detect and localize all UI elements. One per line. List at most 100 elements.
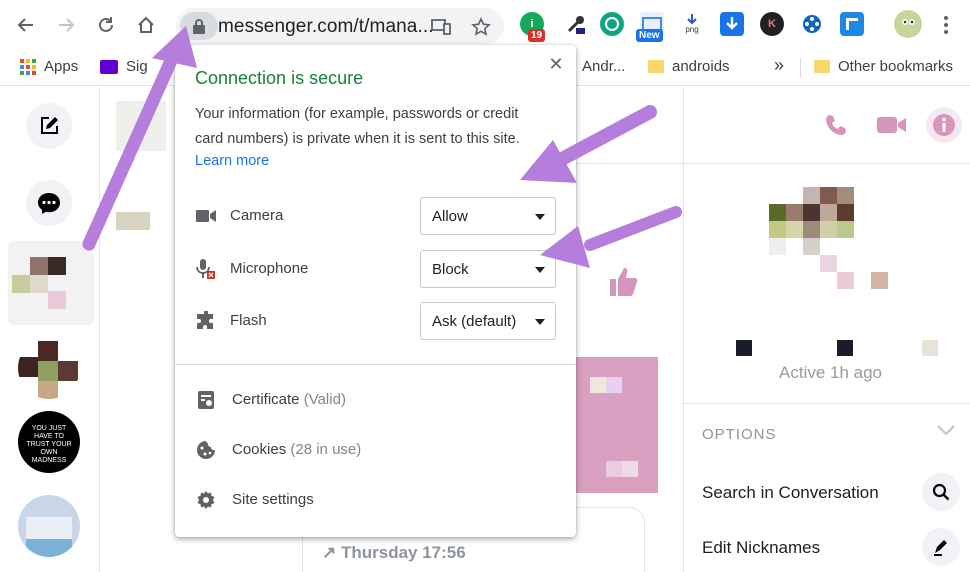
new-message-button[interactable] — [26, 103, 72, 149]
pencil-icon — [934, 540, 947, 556]
microphone-permission-value: Block — [432, 261, 469, 278]
browser-menu-button[interactable] — [932, 11, 960, 39]
microphone-permission-select[interactable]: Block — [420, 250, 556, 288]
camera-permission-select[interactable]: Allow — [420, 197, 556, 235]
learn-more-link[interactable]: Learn more — [195, 153, 269, 169]
profile-avatar[interactable] — [894, 10, 922, 38]
bookmark-star-button[interactable] — [470, 16, 492, 38]
edit-nicknames-button[interactable] — [922, 528, 960, 566]
blurred-pixel — [606, 461, 622, 477]
chevron-down-icon — [937, 425, 955, 436]
avatar-pixel — [786, 204, 803, 221]
building-base — [26, 539, 72, 557]
conversation-details-panel: Active 1h ago OPTIONS Search in Conversa… — [683, 87, 970, 572]
conversation-avatar[interactable] — [18, 337, 80, 399]
address-bar[interactable]: messenger.com/t/mana... — [176, 8, 504, 44]
options-header: OPTIONS — [702, 426, 777, 443]
selected-conversation[interactable] — [8, 241, 94, 325]
back-arrow-icon — [17, 18, 33, 32]
back-button[interactable] — [12, 11, 40, 39]
avatar-pixel — [837, 204, 854, 221]
avatar-caption: YOU JUST HAVE TO TRUST YOUR OWN MADNESS — [26, 425, 72, 464]
conversation-avatar-building[interactable] — [18, 495, 80, 557]
bookmark-andr-label: Andr... — [582, 58, 626, 75]
home-icon — [138, 16, 154, 33]
home-button[interactable] — [132, 11, 160, 39]
site-settings-label: Site settings — [232, 491, 314, 508]
folder-icon — [648, 60, 664, 73]
bookmarks-overflow-button[interactable]: » — [774, 55, 784, 76]
site-settings-row[interactable]: Site settings — [195, 486, 557, 514]
edit-nicknames-option[interactable]: Edit Nicknames — [702, 538, 820, 558]
connection-status-title: Connection is secure — [195, 68, 364, 88]
blurred-thumbnail — [116, 212, 150, 230]
browser-toolbar: messenger.com/t/mana... i 19 New png K — [0, 0, 970, 50]
avatar-pixel — [38, 341, 58, 361]
site-info-button[interactable] — [180, 12, 218, 40]
blurred-name-pixel — [736, 340, 752, 356]
overflow-chevron-icon: » — [774, 55, 785, 75]
plugin-puzzle-icon — [195, 310, 217, 332]
window-extension-icon[interactable] — [840, 12, 864, 36]
search-conversation-button[interactable] — [922, 473, 960, 511]
search-conversation-option[interactable]: Search in Conversation — [702, 483, 879, 503]
avatar-pixel — [803, 187, 820, 204]
cast-button[interactable] — [430, 16, 452, 38]
no-entry-icon — [605, 17, 619, 31]
cookies-label: Cookies (28 in use) — [232, 441, 361, 458]
blurred-name-pixel — [922, 340, 938, 356]
blurred-pixel — [606, 377, 622, 393]
options-collapse-button[interactable] — [936, 423, 956, 441]
png-extension-icon[interactable]: png — [680, 12, 704, 36]
avatar-pixel — [769, 204, 786, 221]
blurred-pixel — [590, 377, 606, 393]
connection-description: Your information (for example, passwords… — [195, 106, 520, 147]
close-popup-button[interactable]: ✕ — [545, 53, 567, 75]
bookmark-apps[interactable]: Apps — [20, 58, 78, 75]
certificate-icon — [195, 389, 217, 411]
flash-permission-select[interactable]: Ask (default) — [420, 302, 556, 340]
dropdown-caret-icon — [535, 267, 545, 273]
blocker-extension-icon[interactable] — [600, 12, 624, 36]
cookies-text: Cookies — [232, 441, 287, 458]
building-shape — [26, 517, 72, 541]
cookie-icon — [195, 439, 217, 461]
bookmark-androids-label: androids — [672, 58, 730, 75]
certificate-label: Certificate (Valid) — [232, 391, 346, 408]
cookies-row[interactable]: Cookies (28 in use) — [195, 436, 557, 464]
certificate-row[interactable]: Certificate (Valid) — [195, 386, 557, 414]
lock-icon — [193, 19, 205, 34]
chats-button[interactable] — [26, 180, 72, 226]
url-text[interactable]: messenger.com/t/mana... — [218, 16, 434, 38]
bookmark-androids[interactable]: androids — [648, 58, 730, 75]
reload-icon — [99, 17, 113, 32]
star-icon — [471, 17, 491, 36]
blurred-pixel — [622, 461, 638, 477]
certificate-status: (Valid) — [303, 391, 346, 408]
panel-divider — [684, 403, 970, 404]
conversation-avatar-madness[interactable]: YOU JUST HAVE TO TRUST YOUR OWN MADNESS — [18, 411, 80, 473]
apps-grid-icon — [20, 58, 36, 75]
bookmark-other[interactable]: Other bookmarks — [814, 58, 953, 75]
bookmark-sig-label: Sig — [126, 58, 148, 75]
like-button[interactable] — [606, 265, 640, 304]
yahoo-mail-icon — [100, 59, 118, 74]
k-extension-icon[interactable]: K — [760, 12, 784, 36]
reload-button[interactable] — [92, 11, 120, 39]
bookmark-sig[interactable]: Sig — [100, 58, 148, 75]
bookmark-andr[interactable]: Andr... — [582, 58, 625, 75]
download-extension-icon[interactable] — [720, 12, 744, 36]
forward-button[interactable] — [52, 11, 80, 39]
flash-permission-value: Ask (default) — [432, 313, 517, 330]
search-icon — [932, 483, 950, 501]
blurred-message-bubble — [576, 357, 658, 493]
close-icon: ✕ — [548, 53, 564, 74]
popup-separator — [175, 364, 576, 365]
joystick-extension-icon[interactable] — [800, 12, 824, 36]
dropdown-caret-icon — [535, 319, 545, 325]
folder-icon — [814, 60, 830, 73]
avatar-pixel — [871, 272, 888, 289]
avatar-pixel — [38, 361, 58, 381]
eyedropper-extension-icon[interactable] — [564, 12, 588, 36]
flash-label: Flash — [230, 312, 267, 329]
